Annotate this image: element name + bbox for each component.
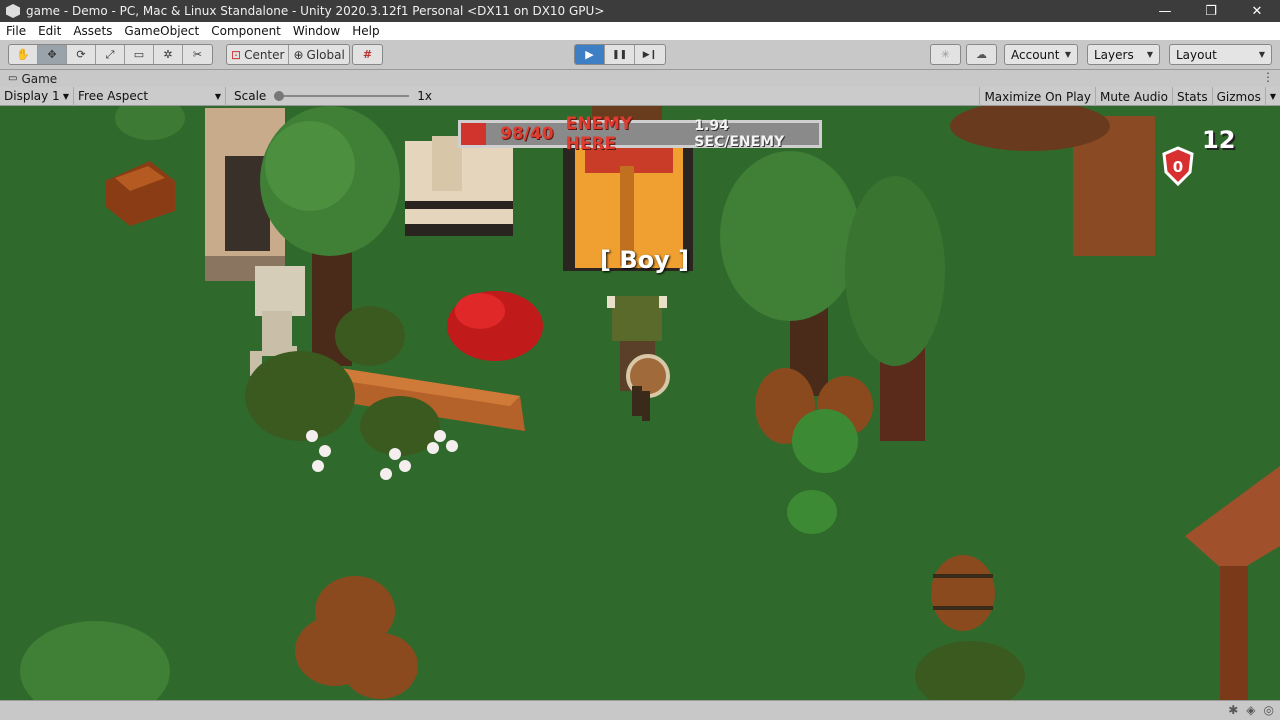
red-flower-bush — [447, 291, 543, 361]
pivot-controls: ⊡ Center ⊕ Global — [226, 44, 350, 65]
rect-tool-button[interactable]: ▭ — [125, 45, 154, 64]
cloud-button[interactable]: ☁ — [967, 45, 996, 64]
chevron-down-icon: ▼ — [62, 91, 69, 101]
enemy-count: 98/40 — [500, 124, 554, 144]
gizmos-toggle[interactable]: Gizmos — [1211, 87, 1265, 106]
aspect-dropdown[interactable]: Free Aspect ▼ — [74, 86, 226, 106]
grid-icon: # — [362, 48, 373, 61]
space-label: Global — [306, 47, 345, 62]
minimize-button[interactable]: — — [1142, 0, 1188, 22]
cloud-group: ☁ — [966, 44, 997, 65]
small-bush — [787, 490, 837, 534]
status-bar: ✱ ◈ ◎ — [0, 700, 1280, 720]
globe-icon: ⊕ — [293, 47, 304, 62]
shield-value: 0 — [1173, 158, 1183, 176]
maximize-button[interactable]: ❐ — [1188, 0, 1234, 22]
collab-group: ✳ — [930, 44, 961, 65]
menu-file[interactable]: File — [0, 24, 32, 38]
move-tool-button[interactable]: ✥ — [38, 45, 67, 64]
pause-button[interactable]: ❚❚ — [605, 45, 635, 64]
rotate-tool-button[interactable]: ⟳ — [67, 45, 96, 64]
collab-button[interactable]: ✳ — [931, 45, 960, 64]
layout-label: Layout — [1176, 47, 1217, 62]
player-name-label: [ Boy ] — [600, 246, 690, 274]
scale-slider-handle[interactable] — [274, 91, 285, 101]
auto-generate-icon[interactable]: ◎ — [1264, 703, 1274, 717]
bone-altar — [405, 136, 513, 236]
scale-control: Scale 1x — [226, 89, 432, 103]
panel-tabbar: ▭ Game ⋮ — [0, 70, 1280, 87]
tab-game[interactable]: ▭ Game — [0, 72, 57, 86]
lighting-icon[interactable]: ◈ — [1246, 703, 1255, 717]
layers-dropdown[interactable]: Layers ▼ — [1087, 44, 1160, 65]
gizmos-dropdown[interactable]: ▼ — [1264, 87, 1280, 106]
game-scene — [0, 106, 1280, 700]
playback-controls: ▶ ❚❚ ▶❙ — [574, 44, 666, 65]
menu-assets[interactable]: Assets — [67, 24, 118, 38]
panel-menu-icon[interactable]: ⋮ — [1262, 70, 1274, 84]
unity-icon — [6, 4, 20, 18]
menu-edit[interactable]: Edit — [32, 24, 67, 38]
pivot-label: Center — [244, 47, 285, 62]
debug-icon[interactable]: ✱ — [1228, 703, 1238, 717]
pivot-icon: ⊡ — [231, 47, 242, 62]
transform-tool-button[interactable]: ✲ — [154, 45, 183, 64]
grid-snap-button[interactable]: # — [353, 45, 382, 64]
layers-label: Layers — [1094, 47, 1134, 62]
main-toolbar: ✋ ✥ ⟳ ⤢ ▭ ✲ ✂ ⊡ Center ⊕ Global # ▶ ❚❚ ▶… — [0, 40, 1280, 70]
aspect-label: Free Aspect — [78, 89, 149, 103]
mute-audio-toggle[interactable]: Mute Audio — [1095, 87, 1172, 106]
layout-dropdown[interactable]: Layout ▼ — [1169, 44, 1272, 65]
display-label: Display 1 — [4, 89, 60, 103]
menu-help[interactable]: Help — [346, 24, 385, 38]
scale-label: Scale — [234, 89, 267, 103]
hand-tool-button[interactable]: ✋ — [9, 45, 38, 64]
spawn-rate: 1.94 SEC/ENEMY — [694, 118, 785, 150]
menu-window[interactable]: Window — [287, 24, 346, 38]
chevron-down-icon: ▼ — [1258, 50, 1265, 59]
enemy-counter-bar: 98/40 ENEMY HERE 1.94 SEC/ENEMY — [458, 114, 822, 154]
play-button[interactable]: ▶ — [575, 45, 605, 64]
tab-game-label: Game — [21, 71, 58, 86]
enemy-here-text: ENEMY HERE — [565, 114, 633, 154]
scale-tool-button[interactable]: ⤢ — [96, 45, 125, 64]
chevron-down-icon: ▼ — [214, 91, 221, 101]
chevron-down-icon: ▼ — [1064, 50, 1071, 59]
account-label: Account — [1011, 47, 1060, 62]
progress-fill — [461, 123, 487, 145]
menu-component[interactable]: Component — [205, 24, 287, 38]
custom-tool-button[interactable]: ✂ — [183, 45, 212, 64]
score-counter: 12 — [1202, 126, 1236, 154]
grid-controls: # — [352, 44, 383, 65]
pivot-global-button[interactable]: ⊕ Global — [289, 45, 348, 64]
barrel-single — [931, 555, 995, 631]
scale-value: 1x — [417, 89, 433, 103]
window-titlebar: game - Demo - PC, Mac & Linux Standalone… — [0, 0, 1280, 22]
gamepad-icon: ▭ — [8, 73, 18, 84]
game-view-toolbar: Display 1 ▼ Free Aspect ▼ Scale 1x Maxim… — [0, 86, 1280, 106]
stats-toggle[interactable]: Stats — [1171, 87, 1212, 106]
display-dropdown[interactable]: Display 1 ▼ — [0, 86, 74, 106]
scale-slider[interactable] — [274, 91, 410, 101]
transform-tools: ✋ ✥ ⟳ ⤢ ▭ ✲ ✂ — [8, 44, 213, 65]
maximize-on-play-toggle[interactable]: Maximize On Play — [979, 87, 1095, 106]
menu-gameobject[interactable]: GameObject — [118, 24, 205, 38]
menu-bar: File Edit Assets GameObject Component Wi… — [0, 22, 1280, 40]
close-button[interactable]: ✕ — [1234, 0, 1280, 22]
account-dropdown[interactable]: Account ▼ — [1004, 44, 1078, 65]
pivot-center-button[interactable]: ⊡ Center — [227, 45, 290, 64]
chevron-down-icon: ▼ — [1146, 50, 1153, 59]
game-viewport[interactable]: 98/40 ENEMY HERE 1.94 SEC/ENEMY [ Boy ] … — [0, 106, 1280, 700]
window-title: game - Demo - PC, Mac & Linux Standalone… — [26, 4, 605, 18]
step-button[interactable]: ▶❙ — [635, 45, 665, 64]
